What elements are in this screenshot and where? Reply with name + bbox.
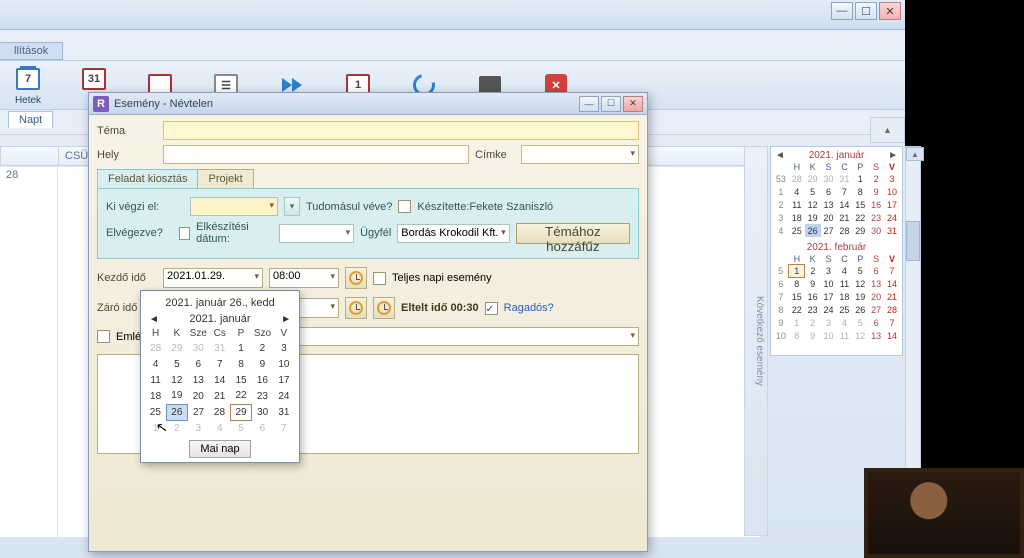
app-close-button[interactable]: ✕ bbox=[879, 2, 901, 20]
tab-projekt[interactable]: Projekt bbox=[197, 169, 253, 188]
kezdo-now-button[interactable] bbox=[345, 267, 367, 289]
date-picker-popup: 2021. január 26., kedd ◄ 2021. január ► … bbox=[140, 290, 300, 463]
mini-calendar-panel: ◄2021. január► HKSCPSV 5328293031123 145… bbox=[770, 146, 903, 356]
tema-label: Téma bbox=[97, 125, 157, 137]
calendar-month-icon: 31 bbox=[82, 68, 106, 90]
eltelt-ido-label: Eltelt idő 00:30 bbox=[401, 302, 479, 314]
mini-prev-icon[interactable]: ◄ bbox=[775, 150, 785, 161]
kivegzi-dropdown[interactable] bbox=[190, 197, 278, 216]
tab-feladat-kiosztas[interactable]: Feladat kiosztás bbox=[97, 169, 198, 188]
app-logo-icon: R bbox=[93, 96, 109, 112]
keszitette-label: Készítette:Fekete Szaniszló bbox=[417, 201, 553, 213]
app-maximize-button[interactable]: ☐ bbox=[855, 2, 877, 20]
mini-cal-title: 2021. január bbox=[785, 150, 888, 161]
elkeszitesi-label: Elkészítési dátum: bbox=[196, 221, 272, 245]
eltelt-ido-button[interactable] bbox=[373, 297, 395, 319]
tema-input[interactable] bbox=[163, 121, 639, 140]
zaro-now-button[interactable] bbox=[345, 297, 367, 319]
clock-icon bbox=[349, 271, 363, 285]
tab-feladat-body: Ki végzi el: ▾ Tudomásul véve? Készített… bbox=[97, 188, 639, 259]
dialog-minimize-button[interactable]: — bbox=[579, 96, 599, 112]
calendar-week-icon: 7 bbox=[16, 68, 40, 90]
scroll-zone-top[interactable]: ▲ bbox=[870, 117, 905, 143]
tudomasul-label: Tudomásul véve? bbox=[306, 201, 392, 213]
dialog-close-button[interactable]: ✕ bbox=[623, 96, 643, 112]
dialog-maximize-button[interactable]: ☐ bbox=[601, 96, 621, 112]
ragados-link[interactable]: Ragadós? bbox=[504, 302, 554, 314]
clock-icon bbox=[377, 301, 391, 315]
kezdo-date-input[interactable]: 2021.01.29. bbox=[163, 268, 263, 288]
subtab-calendar[interactable]: Napt bbox=[8, 111, 53, 128]
app-minimize-button[interactable]: — bbox=[831, 2, 853, 20]
dialog-title: Esemény - Névtelen bbox=[114, 98, 579, 110]
week-number-header bbox=[1, 147, 59, 165]
ugyfel-dropdown[interactable]: Bordás Krokodil Kft. bbox=[397, 224, 509, 243]
hozzafuz-button[interactable]: Témához hozzáfűz bbox=[516, 223, 630, 244]
date-picker-prev-button[interactable]: ◄ bbox=[149, 314, 159, 325]
play-icon bbox=[282, 78, 302, 92]
teljes-napi-label: Teljes napi esemény bbox=[392, 272, 492, 284]
scroll-up-icon[interactable]: ▲ bbox=[906, 147, 924, 161]
elkeszitesi-date-dropdown[interactable] bbox=[279, 224, 355, 243]
kivegzi-lookup-button[interactable]: ▾ bbox=[284, 197, 300, 216]
elvegezve-checkbox[interactable] bbox=[179, 227, 190, 240]
teljes-napi-checkbox[interactable] bbox=[373, 272, 386, 285]
mini-calendar-february[interactable]: 2021. február HKSCPSV 51234567 689101112… bbox=[773, 241, 900, 343]
webcam-overlay bbox=[864, 468, 1024, 558]
cimke-dropdown[interactable] bbox=[521, 145, 639, 164]
mini-cal-title: 2021. február bbox=[775, 242, 898, 253]
scroll-thumb[interactable] bbox=[906, 221, 920, 261]
ragados-checkbox[interactable] bbox=[485, 302, 498, 315]
toolbar-weeks-button[interactable]: 7 Hetek bbox=[6, 65, 50, 106]
date-picker-month-label: 2021. január bbox=[189, 313, 250, 325]
kezdo-label: Kezdő idő bbox=[97, 272, 157, 284]
hely-input[interactable] bbox=[163, 145, 469, 164]
emlekezteto-checkbox[interactable] bbox=[97, 330, 110, 343]
kezdo-time-input[interactable]: 08:00 bbox=[269, 268, 339, 288]
week-number-cell: 28 bbox=[0, 167, 58, 537]
elvegezve-label: Elvégezve? bbox=[106, 227, 173, 239]
clock-icon bbox=[349, 301, 363, 315]
upcoming-events-collapsed[interactable]: Következő esemény bbox=[744, 146, 768, 536]
hely-label: Hely bbox=[97, 149, 157, 161]
app-menubar: — ☐ ✕ bbox=[0, 0, 905, 30]
date-picker-grid[interactable]: HKSzeCsPSzoV 28293031123 45678910 111213… bbox=[145, 327, 295, 436]
ugyfel-label: Ügyfél bbox=[360, 227, 391, 239]
date-picker-next-button[interactable]: ► bbox=[281, 314, 291, 325]
tudomasul-checkbox[interactable] bbox=[398, 200, 411, 213]
date-picker-fulldate: 2021. január 26., kedd bbox=[145, 295, 295, 313]
dialog-titlebar[interactable]: R Esemény - Névtelen — ☐ ✕ bbox=[89, 93, 647, 115]
toolbar-weeks-label: Hetek bbox=[15, 95, 41, 106]
kivegzi-label: Ki végzi el: bbox=[106, 201, 184, 213]
ribbon-tab-settings[interactable]: llítások bbox=[0, 42, 63, 60]
mini-calendar-january[interactable]: ◄2021. január► HKSCPSV 5328293031123 145… bbox=[773, 149, 900, 237]
date-picker-today-button[interactable]: Mai nap bbox=[189, 440, 250, 458]
cimke-label: Címke bbox=[475, 149, 515, 161]
mini-next-icon[interactable]: ► bbox=[888, 150, 898, 161]
